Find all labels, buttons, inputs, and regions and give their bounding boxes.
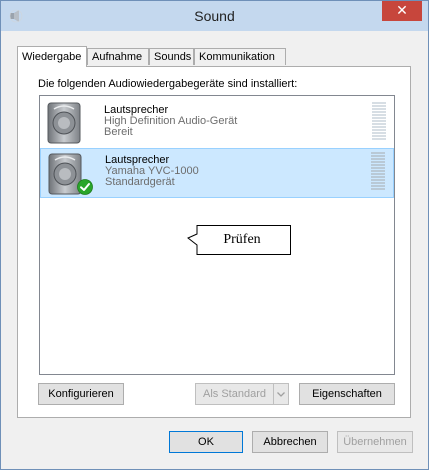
sound-dialog-window: Sound ✕ Wiedergabe Aufnahme Sounds Kommu… — [0, 0, 429, 470]
dialog-client-area: Wiedergabe Aufnahme Sounds Kommunikation… — [9, 31, 419, 461]
check-icon — [77, 179, 93, 195]
properties-button[interactable]: Eigenschaften — [299, 383, 395, 405]
level-meter-icon — [371, 152, 385, 190]
set-default-dropdown — [273, 384, 288, 404]
configure-button[interactable]: Konfigurieren — [38, 383, 124, 405]
tab-aufnahme[interactable]: Aufnahme — [87, 48, 149, 65]
tab-sounds[interactable]: Sounds — [149, 48, 194, 65]
tooltip-text: Prüfen — [223, 232, 261, 247]
speaker-icon — [47, 102, 81, 144]
tab-kommunikation[interactable]: Kommunikation — [194, 48, 286, 65]
window-title: Sound — [194, 8, 235, 24]
level-meter-icon — [372, 102, 386, 140]
tab-wiedergabe[interactable]: Wiedergabe — [17, 46, 87, 67]
close-button[interactable]: ✕ — [382, 1, 422, 21]
list-item-device-2[interactable]: Lautsprecher Yamaha YVC-1000 Standardger… — [40, 148, 394, 198]
apply-button: Übernehmen — [337, 431, 413, 453]
set-default-label: Als Standard — [203, 388, 266, 400]
playback-tab-panel: Die folgenden Audiowiedergabegeräte sind… — [17, 66, 411, 418]
chevron-down-icon — [277, 392, 285, 397]
set-default-button: Als Standard — [195, 383, 289, 405]
device-status: Standardgerät — [105, 176, 175, 188]
list-item-device-1[interactable]: Lautsprecher High Definition Audio-Gerät… — [40, 98, 394, 148]
title-bar[interactable]: Sound ✕ — [1, 1, 428, 31]
close-icon: ✕ — [396, 2, 408, 18]
device-status: Bereit — [104, 126, 133, 138]
ok-button[interactable]: OK — [169, 431, 243, 453]
cancel-button[interactable]: Abbrechen — [252, 431, 328, 453]
panel-heading: Die folgenden Audiowiedergabegeräte sind… — [38, 78, 298, 90]
